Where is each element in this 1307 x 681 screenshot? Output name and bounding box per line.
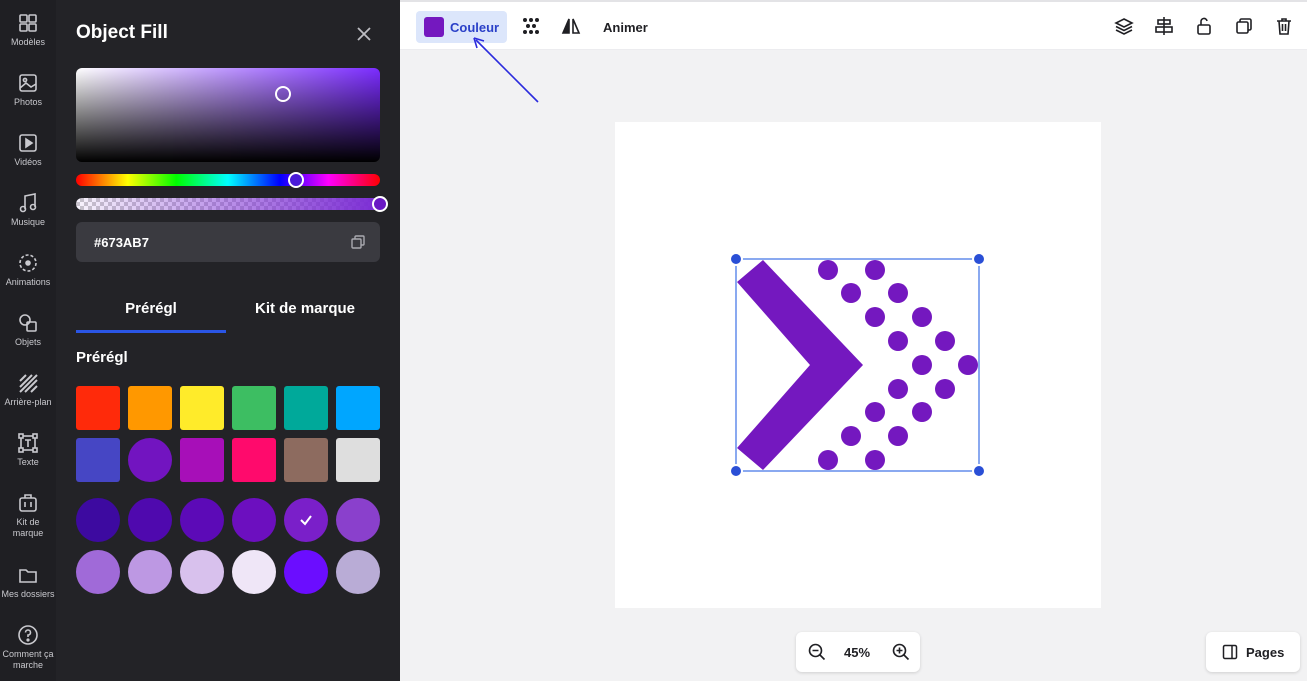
rail-item-folders[interactable]: Mes dossiers [0,564,56,600]
zoom-value: 45% [844,645,871,660]
text-icon [18,433,38,453]
layers-icon[interactable] [1114,16,1134,36]
shade-swatch[interactable] [76,550,120,594]
shade-swatch[interactable] [180,498,224,542]
check-icon [300,515,312,526]
pages-label: Pages [1246,645,1285,660]
preset-swatch[interactable] [232,438,276,482]
object-fill-panel: Object Fill #673AB7 Prérégl Kit de marqu… [56,0,400,681]
preset-swatch[interactable] [336,438,380,482]
video-icon [19,134,37,152]
opacity-thumb[interactable] [372,196,388,212]
opacity-slider[interactable] [76,196,388,212]
animate-button[interactable]: Animer [603,20,648,35]
preset-swatch[interactable] [284,386,328,430]
brand-kit-icon [19,494,37,512]
rail-label: Vidéos [14,157,42,167]
shade-swatch[interactable] [284,498,328,542]
rail-label: Kit de marque [12,517,44,538]
shade-swatch[interactable] [76,498,120,542]
pages-icon [1222,644,1238,660]
panel-title: Object Fill [76,22,168,43]
rail-item-videos[interactable]: Vidéos [0,132,56,168]
workspace: Couleur Animer 45% Pages [400,0,1307,681]
hex-input[interactable]: #673AB7 [76,222,380,262]
section-label: Prérégl [76,349,128,366]
color-chip [424,17,444,37]
rail-label: Objets [14,337,41,347]
flip-icon[interactable] [561,16,581,36]
copy-icon[interactable] [350,234,366,250]
preset-swatch[interactable] [180,438,224,482]
preset-swatch[interactable] [180,386,224,430]
preset-swatch[interactable] [232,386,276,430]
zoom-control: 45% [796,632,920,672]
animation-icon [19,254,37,272]
annotation-arrow [473,37,539,103]
close-button[interactable] [354,24,374,44]
rail-item-objects[interactable]: Objets [0,312,56,348]
rail-label: Mes dossiers [1,589,55,599]
saturation-value-picker[interactable] [76,68,380,162]
rail-label: Photos [13,97,43,107]
zoom-out-icon[interactable] [808,643,826,661]
music-icon [19,193,37,213]
hue-thumb[interactable] [288,172,304,188]
pages-button[interactable]: Pages [1206,632,1300,672]
shade-swatch[interactable] [128,498,172,542]
shade-swatch[interactable] [128,550,172,594]
rail-label: Animations [5,277,51,287]
rail-item-templates[interactable]: Modèles [0,12,56,48]
rail-item-music[interactable]: Musique [0,192,56,228]
rail-label: Texte [17,457,39,467]
rail-item-text[interactable]: Texte [0,432,56,468]
preset-swatch[interactable] [76,438,120,482]
hue-slider[interactable] [76,172,380,188]
duplicate-icon[interactable] [1234,16,1254,36]
rail-label: Arrière-plan [4,397,52,407]
zoom-in-icon[interactable] [892,643,910,661]
shade-swatch[interactable] [232,498,276,542]
folder-icon [19,569,37,583]
preset-swatch[interactable] [76,386,120,430]
shade-swatch[interactable] [336,550,380,594]
rail-label: Modèles [10,37,46,47]
shapes-icon [19,314,37,332]
active-tab-indicator [76,330,226,333]
lock-icon[interactable] [1194,16,1214,36]
rail-item-animations[interactable]: Animations [0,252,56,288]
design-canvas[interactable] [615,122,1101,608]
background-icon [19,374,38,393]
saturation-thumb[interactable] [275,86,291,102]
photo-icon [19,74,37,92]
hex-value: #673AB7 [94,235,149,250]
preset-swatch[interactable] [284,438,328,482]
rail-label: Musique [10,217,46,227]
left-rail: Modèles Photos Vidéos Musique Animations… [0,0,56,681]
templates-icon [19,14,37,32]
rail-item-background[interactable]: Arrière-plan [0,372,56,408]
preset-swatch[interactable] [336,386,380,430]
shade-swatch[interactable] [180,550,224,594]
rail-item-help[interactable]: Comment ça marche [0,624,56,671]
rail-item-photos[interactable]: Photos [0,72,56,108]
preset-swatch[interactable] [128,386,172,430]
rail-item-brand-kit[interactable]: Kit de marque [0,492,56,539]
shade-swatch[interactable] [336,498,380,542]
preset-swatch[interactable] [128,438,172,482]
shade-swatch[interactable] [284,550,328,594]
trash-icon[interactable] [1274,16,1294,36]
align-icon[interactable] [1154,16,1174,36]
rail-label: Comment ça marche [2,649,54,670]
help-icon [18,625,38,645]
close-icon [357,27,371,41]
tab-presets[interactable]: Prérégl [76,300,226,317]
tab-brand-kit[interactable]: Kit de marque [230,300,380,317]
shade-swatch[interactable] [232,550,276,594]
selected-graphic[interactable] [615,122,1101,608]
